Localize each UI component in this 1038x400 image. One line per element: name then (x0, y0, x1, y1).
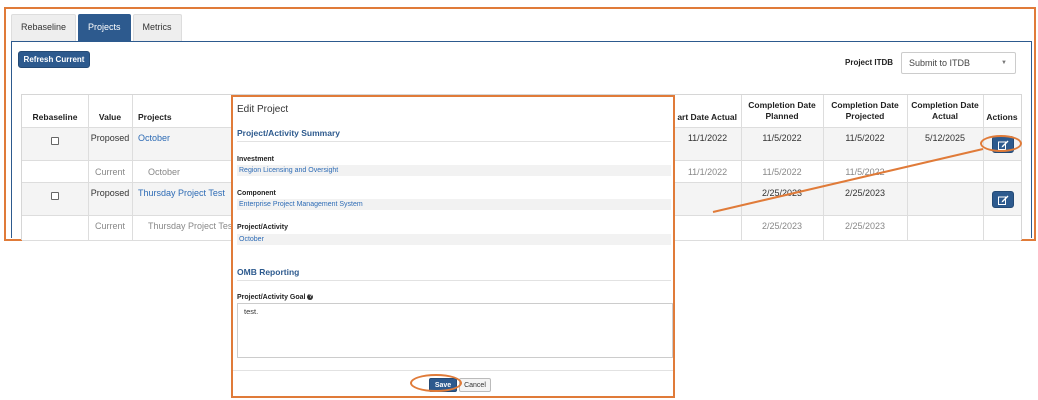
annotation-arrow (712, 148, 984, 213)
